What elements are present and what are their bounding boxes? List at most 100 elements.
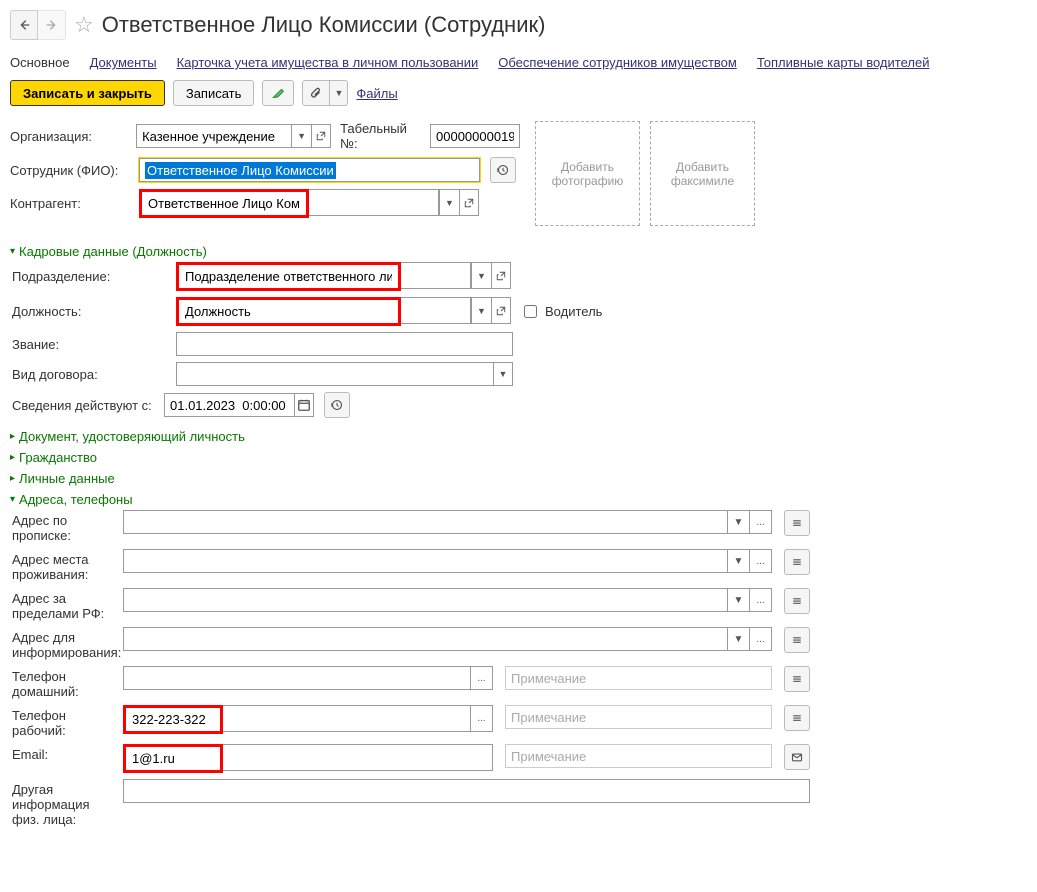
list-icon [791,711,803,725]
addr-foreign-action-button[interactable] [784,588,810,614]
position-open-button[interactable] [491,297,511,324]
attach-button[interactable] [302,80,330,106]
work-phone-input[interactable] [127,710,219,729]
home-phone-note-input[interactable] [505,666,772,690]
addr-registration-more-button[interactable]: ... [750,510,772,534]
addr-living-dropdown-button[interactable]: ▼ [728,549,750,573]
tab-fuel-cards[interactable]: Топливные карты водителей [757,55,930,70]
open-icon [464,198,474,208]
addr-living-input[interactable] [123,549,728,573]
addr-info-dropdown-button[interactable]: ▼ [728,627,750,651]
section-hr-header[interactable]: ▾ Кадровые данные (Должность) [10,241,1027,262]
addr-info-action-button[interactable] [784,627,810,653]
work-phone-action-button[interactable] [784,705,810,731]
counterparty-dropdown-button[interactable]: ▼ [439,189,459,216]
rank-input[interactable] [176,332,513,356]
tab-property-card[interactable]: Карточка учета имущества в личном пользо… [177,55,479,70]
addr-info-input[interactable] [123,627,728,651]
driver-checkbox[interactable] [524,305,537,318]
department-dropdown-button[interactable]: ▼ [471,262,491,289]
section-addresses-header[interactable]: ▾ Адреса, телефоны [10,489,1027,510]
organization-input[interactable] [136,124,291,148]
contract-type-input[interactable] [176,362,493,386]
marker-icon [271,86,285,100]
department-open-button[interactable] [491,262,511,289]
tabel-input[interactable] [430,124,520,148]
addr-info-label: Адрес для информирования: [12,627,117,660]
arrow-left-icon [17,18,31,32]
employee-input[interactable]: Ответственное Лицо Комиссии [140,159,479,181]
addr-info-more-button[interactable]: ... [750,627,772,651]
open-icon [496,271,506,281]
open-icon [496,306,506,316]
nav-forward-button[interactable] [38,10,66,40]
valid-from-input[interactable] [164,393,294,417]
section-identity-header[interactable]: ▸ Документ, удостоверяющий личность [10,426,1027,447]
list-icon [791,672,803,686]
favorite-star-icon[interactable]: ☆ [74,12,94,38]
department-input-ext[interactable] [401,262,471,289]
other-info-input[interactable] [123,779,810,803]
arrow-right-icon [45,18,59,32]
nav-back-button[interactable] [10,10,38,40]
add-facsimile-box[interactable]: Добавить факсимиле [650,121,755,226]
position-label: Должность: [12,304,172,319]
addr-foreign-input[interactable] [123,588,728,612]
email-send-button[interactable] [784,744,810,770]
add-photo-box[interactable]: Добавить фотографию [535,121,640,226]
addr-foreign-dropdown-button[interactable]: ▼ [728,588,750,612]
contract-type-dropdown-button[interactable]: ▼ [493,362,513,386]
highlight-button[interactable] [262,80,294,106]
valid-from-history-button[interactable] [324,392,350,418]
chevron-right-icon: ▸ [10,473,15,484]
attach-dropdown-button[interactable]: ▼ [330,80,348,106]
position-dropdown-button[interactable]: ▼ [471,297,491,324]
email-label: Email: [12,744,117,762]
addr-living-action-button[interactable] [784,549,810,575]
home-phone-more-button[interactable]: ... [471,666,493,690]
home-phone-action-button[interactable] [784,666,810,692]
paperclip-icon [309,86,323,100]
home-phone-input[interactable] [123,666,471,690]
addr-registration-dropdown-button[interactable]: ▼ [728,510,750,534]
addr-foreign-label: Адрес за пределами РФ: [12,588,117,621]
tab-documents[interactable]: Документы [90,55,157,70]
counterparty-label: Контрагент: [10,196,135,211]
list-icon [791,633,803,647]
organization-open-button[interactable] [311,124,331,148]
counterparty-open-button[interactable] [459,189,479,216]
driver-label: Водитель [545,304,602,319]
write-and-close-button[interactable]: Записать и закрыть [10,80,165,106]
addr-foreign-more-button[interactable]: ... [750,588,772,612]
email-input[interactable] [127,749,219,768]
addr-living-more-button[interactable]: ... [750,549,772,573]
work-phone-label: Телефон рабочий: [12,705,117,738]
other-info-label: Другая информация физ. лица: [12,779,117,827]
organization-dropdown-button[interactable]: ▼ [291,124,311,148]
list-icon [791,516,803,530]
employee-label: Сотрудник (ФИО): [10,163,135,178]
work-phone-input-ext[interactable] [223,705,471,732]
chevron-right-icon: ▸ [10,452,15,463]
chevron-down-icon: ▾ [10,494,15,505]
counterparty-input-ext[interactable] [309,189,439,216]
section-personal-header[interactable]: ▸ Личные данные [10,468,1027,489]
valid-from-calendar-button[interactable] [294,393,314,417]
addr-registration-input[interactable] [123,510,728,534]
home-phone-label: Телефон домашний: [12,666,117,699]
position-input[interactable] [180,302,397,321]
position-input-ext[interactable] [401,297,471,324]
addr-registration-action-button[interactable] [784,510,810,536]
tab-supply[interactable]: Обеспечение сотрудников имуществом [498,55,737,70]
section-citizenship-header[interactable]: ▸ Гражданство [10,447,1027,468]
write-button[interactable]: Записать [173,80,255,106]
work-phone-more-button[interactable]: ... [471,705,493,732]
files-link[interactable]: Файлы [356,86,397,101]
email-note-input[interactable] [505,744,772,768]
email-input-ext[interactable] [223,744,493,771]
employee-history-button[interactable] [490,157,516,183]
tab-main[interactable]: Основное [10,55,70,70]
counterparty-input[interactable] [143,194,305,213]
work-phone-note-input[interactable] [505,705,772,729]
department-input[interactable] [180,267,397,286]
